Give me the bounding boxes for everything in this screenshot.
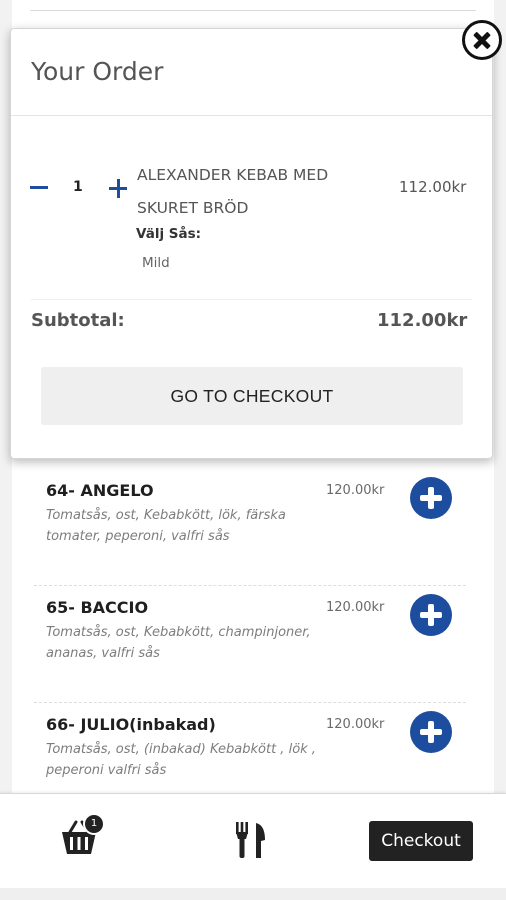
menu-item-name: 64- ANGELO (46, 481, 154, 500)
add-to-cart-button[interactable] (410, 711, 452, 753)
order-item-name: ALEXANDER KEBAB MED SKURET BRÖD (137, 166, 329, 217)
menu-divider (34, 585, 466, 586)
header-divider (11, 115, 492, 116)
quantity-value: 1 (73, 179, 83, 195)
order-item-price: 112.00kr (399, 178, 467, 196)
bottom-nav-bar: 1 Checkout (0, 793, 506, 890)
cutlery-icon[interactable] (234, 820, 268, 860)
checkout-button[interactable]: Checkout (369, 821, 473, 861)
close-icon[interactable] (462, 20, 502, 60)
decrease-quantity-button[interactable] (29, 173, 49, 203)
sauce-option-value: Mild (142, 255, 170, 271)
increase-quantity-button[interactable] (107, 173, 129, 203)
item-divider (31, 299, 472, 300)
sauce-option-label: Välj Sås: (136, 226, 202, 242)
go-to-checkout-button[interactable]: GO TO CHECKOUT (41, 367, 463, 425)
menu-item-description: Tomatsås, ost, (inbakad) Kebabkött , lök… (46, 742, 316, 778)
cart-count-badge: 1 (83, 813, 105, 835)
menu-item-price: 120.00kr (326, 717, 385, 732)
subtotal-label: Subtotal: (31, 310, 125, 331)
menu-item-description: Tomatsås, ost, Kebabkött, lök, färska to… (46, 508, 286, 544)
order-title: Your Order (31, 57, 164, 86)
menu-item-description: Tomatsås, ost, Kebabkött, champinjoner, … (46, 625, 311, 661)
order-popup: Your Order 1 ALEXANDER KEBAB MED SKURET … (10, 28, 493, 459)
menu-item-name: 66- JULIO(inbakad) (46, 715, 216, 734)
add-to-cart-button[interactable] (410, 477, 452, 519)
menu-item-name: 65- BACCIO (46, 598, 149, 617)
menu-item-price: 120.00kr (326, 483, 385, 498)
bottom-edge (0, 888, 506, 900)
add-to-cart-button[interactable] (410, 594, 452, 636)
menu-divider (34, 702, 466, 703)
menu-item-price: 120.00kr (326, 600, 385, 615)
subtotal-value: 112.00kr (377, 310, 468, 331)
top-strip (30, 10, 476, 16)
